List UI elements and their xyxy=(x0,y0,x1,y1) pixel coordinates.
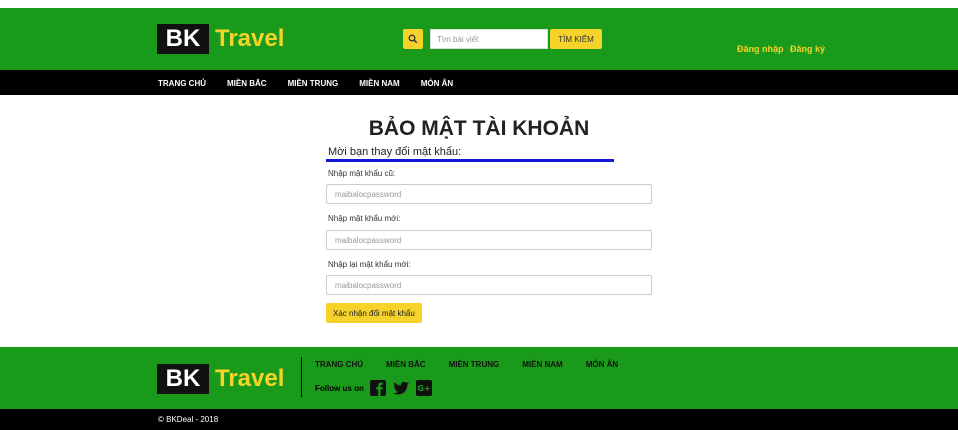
logo-travel: Travel xyxy=(215,25,285,52)
search-icon[interactable] xyxy=(403,29,423,49)
copyright-bar: © BKDeal - 2018 xyxy=(0,409,958,430)
site-footer: BK Travel TRANG CHỦ MIỀN BẮC MIỀN TRUNG … xyxy=(0,347,958,409)
page-subtitle: Mời bạn thay đổi mật khẩu: xyxy=(328,146,462,158)
footer-logo-bk: BK xyxy=(157,364,209,394)
new-password-field[interactable] xyxy=(326,230,652,250)
search-bar: TÌM KIẾM xyxy=(403,29,602,49)
footer-link-mien-trung[interactable]: MIỀN TRUNG xyxy=(449,360,500,369)
header-logo[interactable]: BK Travel xyxy=(157,24,284,54)
twitter-icon[interactable] xyxy=(392,380,410,396)
new-password-label: Nhập mật khẩu mới: xyxy=(328,214,401,223)
google-plus-icon[interactable]: G+ xyxy=(415,380,433,396)
nav-item-mien-trung[interactable]: MIỀN TRUNG xyxy=(288,79,339,88)
subtitle-underline xyxy=(326,159,614,162)
confirm-password-field[interactable] xyxy=(326,275,652,295)
footer-logo-travel: Travel xyxy=(215,365,285,392)
nav-item-mien-nam[interactable]: MIỀN NAM xyxy=(359,79,399,88)
confirm-password-label: Nhập lại mật khẩu mới: xyxy=(328,260,411,269)
main-nav: TRANG CHỦ MIỀN BẮC MIỀN TRUNG MIỀN NAM M… xyxy=(0,70,958,95)
footer-divider xyxy=(301,357,302,397)
nav-item-mien-bac[interactable]: MIỀN BẮC xyxy=(227,79,267,88)
copyright-text: © BKDeal - 2018 xyxy=(158,415,219,424)
confirm-change-password-button[interactable]: Xác nhận đổi mật khẩu xyxy=(326,303,422,323)
nav-item-trang-chu[interactable]: TRANG CHỦ xyxy=(158,79,206,88)
follow-us-text: Follow us on xyxy=(315,383,364,393)
footer-logo[interactable]: BK Travel xyxy=(157,364,284,394)
site-header: BK Travel TÌM KIẾM Đăng nhập Đăng ký xyxy=(0,8,958,70)
logo-bk: BK xyxy=(157,24,209,54)
nav-item-mon-an[interactable]: MÓN ĂN xyxy=(421,79,453,88)
footer-link-mien-nam[interactable]: MIỀN NAM xyxy=(522,360,562,369)
follow-us: Follow us on G+ xyxy=(315,380,438,396)
login-link[interactable]: Đăng nhập xyxy=(737,44,784,54)
footer-links: TRANG CHỦ MIỀN BẮC MIỀN TRUNG MIỀN NAM M… xyxy=(315,360,641,369)
footer-link-trang-chu[interactable]: TRANG CHỦ xyxy=(315,360,363,369)
footer-link-mon-an[interactable]: MÓN ĂN xyxy=(586,360,618,369)
old-password-label: Nhập mật khẩu cũ: xyxy=(328,169,396,178)
svg-text:G+: G+ xyxy=(417,384,430,393)
page-title: BẢO MẬT TÀI KHOẢN xyxy=(368,117,590,140)
search-input[interactable] xyxy=(430,29,548,49)
register-link[interactable]: Đăng ký xyxy=(790,44,825,54)
old-password-field[interactable] xyxy=(326,184,652,204)
facebook-icon[interactable] xyxy=(369,380,387,396)
footer-link-mien-bac[interactable]: MIỀN BẮC xyxy=(386,360,426,369)
auth-links: Đăng nhập Đăng ký xyxy=(737,44,829,54)
search-button[interactable]: TÌM KIẾM xyxy=(550,29,602,49)
